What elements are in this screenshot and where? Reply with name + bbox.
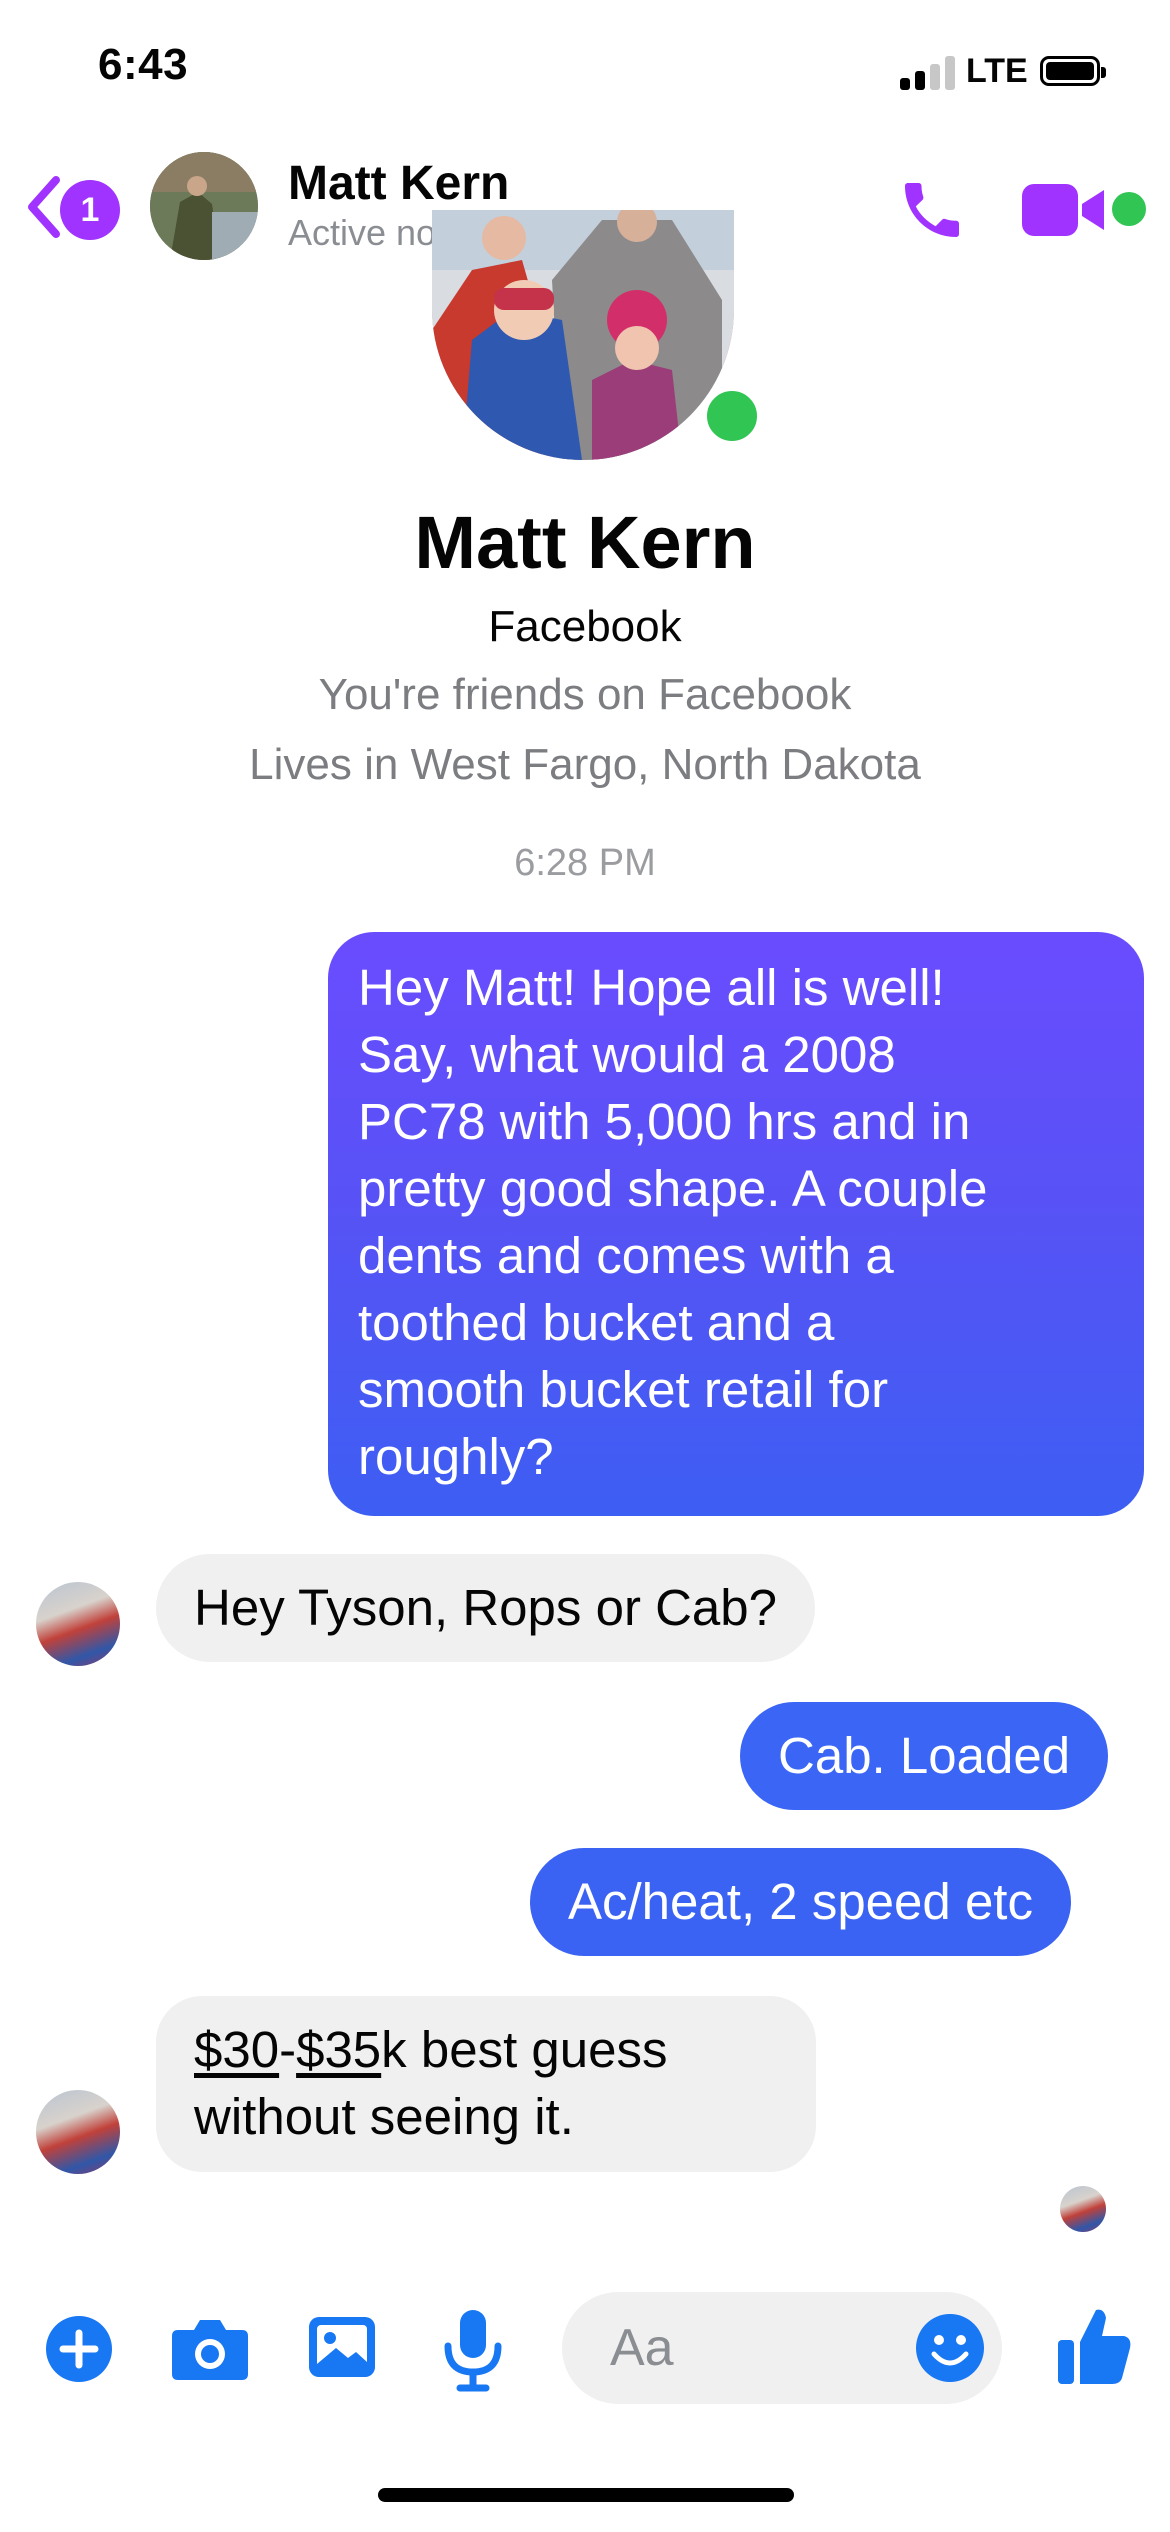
cellular-signal-icon (900, 56, 958, 90)
sent-message[interactable]: Ac/heat, 2 speed etc (530, 1848, 1071, 1956)
message-line: pretty good shape. A couple (358, 1160, 988, 1217)
camera-icon[interactable] (170, 2312, 250, 2382)
back-chevron-icon[interactable] (24, 172, 64, 242)
price-link[interactable]: $30 (194, 2021, 279, 2078)
message-line: $30-$35k best guess (194, 2016, 778, 2083)
message-line: roughly? (358, 1428, 554, 1485)
message-timestamp: 6:28 PM (514, 842, 656, 884)
video-camera-icon[interactable] (1020, 178, 1110, 242)
message-line: dents and comes with a (358, 1227, 894, 1284)
message-text: Ac/heat, 2 speed etc (568, 1873, 1033, 1930)
profile-photo[interactable] (432, 210, 734, 460)
profile-name: Matt Kern (414, 501, 756, 584)
emoji-icon[interactable] (914, 2312, 986, 2384)
message-text: Cab. Loaded (778, 1727, 1071, 1784)
plus-icon[interactable] (44, 2314, 114, 2384)
message-line: Say, what would a 2008 (358, 1026, 896, 1083)
message-line: toothed bucket and a (358, 1294, 835, 1351)
input-placeholder: Aa (610, 2319, 674, 2377)
online-indicator (700, 384, 764, 448)
friendship-status: You're friends on Facebook (318, 670, 852, 719)
profile-platform: Facebook (488, 602, 682, 651)
message-text: - (279, 2021, 297, 2078)
message-line: PC78 with 5,000 hrs and in (358, 1093, 971, 1150)
unread-badge[interactable]: 1 (60, 180, 120, 240)
profile-location: Lives in West Fargo, North Dakota (249, 740, 921, 789)
received-message[interactable]: $30-$35k best guess without seeing it. (156, 1996, 816, 2172)
contact-name[interactable]: Matt Kern (288, 156, 509, 211)
message-text: k best guess (381, 2021, 668, 2078)
seen-indicator-avatar (1060, 2186, 1106, 2232)
online-indicator (1112, 192, 1146, 226)
photo-gallery-icon[interactable] (306, 2312, 378, 2382)
sent-message[interactable]: Hey Matt! Hope all is well! Say, what wo… (328, 932, 1144, 1516)
message-line: without seeing it. (194, 2088, 574, 2145)
network-type: LTE (966, 52, 1028, 90)
message-line: smooth bucket retail for (358, 1361, 889, 1418)
battery-icon (1040, 56, 1106, 86)
price-link[interactable]: $35 (296, 2021, 381, 2078)
status-time: 6:43 (98, 40, 189, 89)
message-line: Hey Matt! Hope all is well! (358, 959, 945, 1016)
avatar[interactable] (150, 152, 258, 260)
microphone-icon[interactable] (438, 2308, 508, 2392)
home-indicator (378, 2488, 794, 2502)
sender-avatar[interactable] (36, 1582, 120, 1666)
thumbs-up-icon[interactable] (1056, 2304, 1132, 2388)
message-text: Hey Tyson, Rops or Cab? (194, 1579, 778, 1636)
sender-avatar[interactable] (36, 2090, 120, 2174)
received-message[interactable]: Hey Tyson, Rops or Cab? (156, 1554, 816, 1662)
sent-message[interactable]: Cab. Loaded (740, 1702, 1109, 1810)
call-icon[interactable] (896, 174, 968, 246)
